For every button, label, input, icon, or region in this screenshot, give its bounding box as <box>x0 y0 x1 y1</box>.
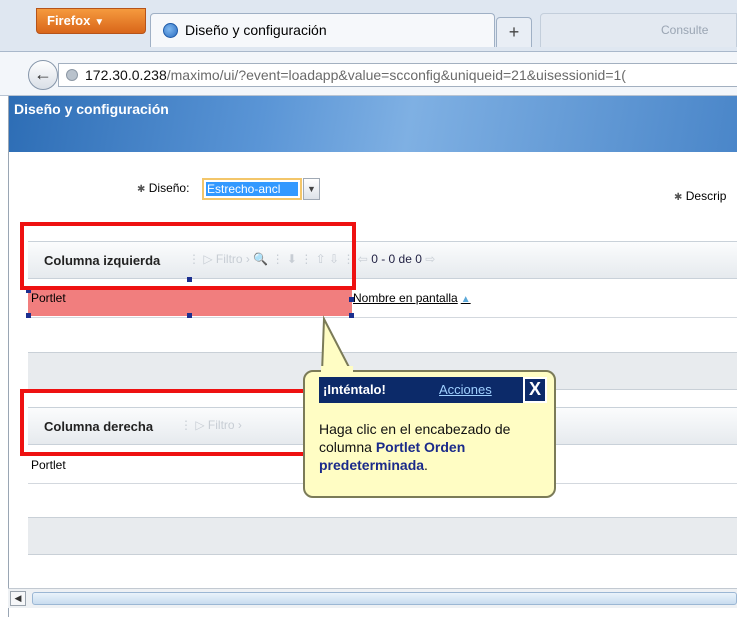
tooltip-tail-join <box>321 366 353 374</box>
prev-page-icon[interactable]: ⇦ <box>358 252 371 266</box>
design-label-wrap: ✱ Diseño: <box>137 181 189 195</box>
display-name-label: Nombre en pantalla <box>353 291 458 305</box>
site-identity-icon[interactable] <box>66 69 78 81</box>
firefox-menu-label: Firefox <box>47 13 91 28</box>
url-host: 172.30.0.238 <box>85 67 167 83</box>
tab-background[interactable]: Consulte <box>540 13 737 47</box>
tooltip-actions-link[interactable]: Acciones <box>439 377 492 403</box>
browser-navbar: 172.30.0.238/maximo/ui/?event=loadapp&va… <box>0 52 737 96</box>
selection-handle <box>26 313 31 318</box>
next-page-icon[interactable]: ⇨ <box>425 252 435 266</box>
portlet-column-header[interactable]: Portlet <box>31 291 66 305</box>
tab-diseno-configuracion[interactable]: Diseño y configuración <box>150 13 495 47</box>
tooltip-body-end: . <box>424 457 428 473</box>
app-header: Diseño y configuración <box>8 96 737 152</box>
page-count: 0 - 0 de 0 <box>371 252 422 266</box>
description-label: Descrip <box>685 189 727 203</box>
right-table-empty-row <box>28 517 737 555</box>
browser-tabstrip: Firefox ▼ Diseño y configuración + Consul… <box>0 0 737 52</box>
design-combobox[interactable]: Estrecho-ancl <box>202 178 302 200</box>
firefox-menu-button[interactable]: Firefox ▼ <box>36 8 146 34</box>
design-dropdown-button[interactable]: ▼ <box>303 178 320 200</box>
scrollbar-thumb[interactable] <box>32 592 737 605</box>
tab-background-title: Consulte <box>661 23 709 37</box>
sort-icon: ▲ <box>460 294 471 305</box>
close-icon[interactable]: X <box>523 377 547 403</box>
try-it-tooltip: ¡Inténtalo! Acciones X Haga clic en el e… <box>303 370 556 498</box>
selection-handle <box>187 313 192 318</box>
horizontal-scrollbar[interactable]: ◀ <box>8 588 737 608</box>
description-label-wrap: ✱ Descrip <box>674 189 726 203</box>
tooltip-header: ¡Inténtalo! Acciones <box>319 377 523 403</box>
arrow-left-icon: ← <box>34 64 52 84</box>
tooltip-title: ¡Inténtalo! <box>323 382 386 397</box>
right-portlet-column-header[interactable]: Portlet <box>31 458 66 472</box>
new-tab-button[interactable]: + <box>496 17 532 47</box>
plus-icon: + <box>508 22 520 42</box>
highlight-left-column <box>20 222 356 290</box>
tab-title: Diseño y configuración <box>185 22 327 38</box>
required-icon: ✱ <box>674 192 683 203</box>
chevron-down-icon: ▼ <box>307 184 316 194</box>
url-bar[interactable]: 172.30.0.238/maximo/ui/?event=loadapp&va… <box>58 63 737 87</box>
display-name-column-header[interactable]: Nombre en pantalla ▲ <box>353 291 471 305</box>
design-value: Estrecho-ancl <box>206 182 298 196</box>
frame-border <box>8 96 9 617</box>
scroll-left-icon[interactable]: ◀ <box>10 591 26 606</box>
design-label: Diseño: <box>148 181 190 195</box>
back-button[interactable]: ← <box>28 60 58 90</box>
required-icon: ✱ <box>137 184 146 195</box>
globe-icon <box>163 23 178 38</box>
tooltip-body: Haga clic en el encabezado de columna Po… <box>319 420 549 474</box>
chevron-down-icon: ▼ <box>94 17 105 28</box>
app-title: Diseño y configuración <box>14 101 169 117</box>
url-path: /maximo/ui/?event=loadapp&value=scconfig… <box>166 67 626 83</box>
